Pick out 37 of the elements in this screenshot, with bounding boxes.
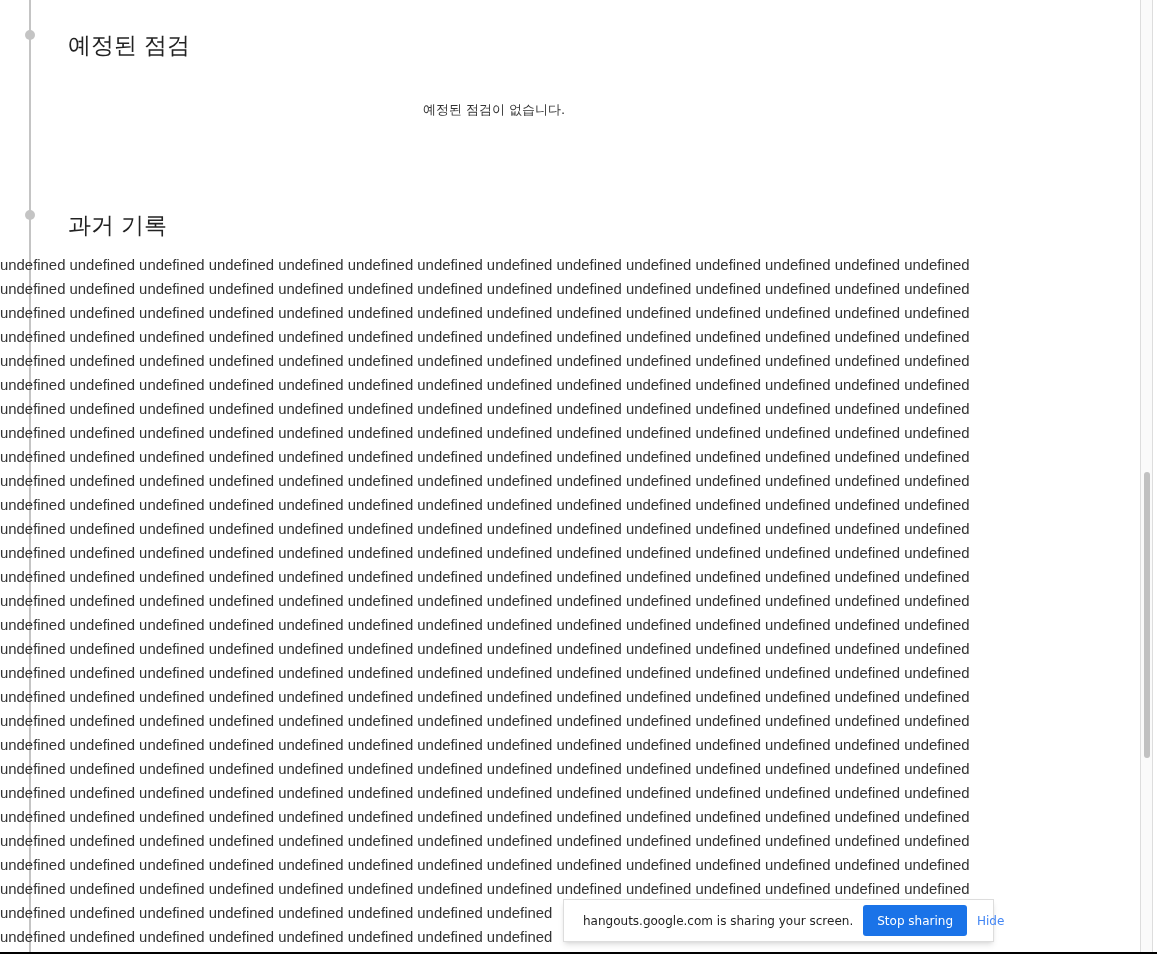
stop-sharing-button[interactable]: Stop sharing [863, 905, 967, 936]
text-line: undefined undefined undefined undefined undefined undefined undefined undefined undefined undefined undefined undefined undefined undefined [0, 568, 970, 587]
text-line: undefined undefined undefined undefined undefined undefined undefined undefined undefined undefined undefined undefined undefined undefined [0, 280, 970, 299]
text-line: undefined undefined undefined undefined undefined undefined undefined undefined undefined undefined undefined undefined undefined undefined [0, 520, 970, 539]
text-line: undefined undefined undefined undefined undefined undefined undefined undefined undefined undefined undefined undefined undefined undefined [0, 712, 970, 731]
text-line: undefined undefined undefined undefined undefined undefined undefined undefined undefined undefined undefined undefined undefined undefined [0, 592, 970, 611]
text-line: undefined undefined undefined undefined undefined undefined undefined undefined undefined undefined undefined undefined undefined undefined [0, 304, 970, 323]
text-line: undefined undefined undefined undefined undefined undefined undefined undefined undefined undefined undefined undefined undefined undefined [0, 472, 970, 491]
text-line: undefined undefined undefined undefined undefined undefined undefined undefined undefined undefined undefined undefined undefined undefined [0, 448, 970, 467]
text-line: undefined undefined undefined undefined undefined undefined undefined undefined undefined undefined undefined undefined undefined undefined [0, 616, 970, 635]
text-line: undefined undefined undefined undefined undefined undefined undefined undefined [0, 904, 553, 923]
text-line: undefined undefined undefined undefined undefined undefined undefined undefined undefined undefined undefined undefined undefined undefined [0, 808, 970, 827]
text-line: undefined undefined undefined undefined undefined undefined undefined undefined undefined undefined undefined undefined undefined undefined [0, 880, 970, 899]
text-line: undefined undefined undefined undefined undefined undefined undefined undefined undefined undefined undefined undefined undefined undefined [0, 688, 970, 707]
text-line: undefined undefined undefined undefined undefined undefined undefined undefined [0, 928, 553, 947]
text-line: undefined undefined undefined undefined undefined undefined undefined undefined undefined undefined undefined undefined undefined undefined [0, 544, 970, 563]
empty-message: 예정된 점검이 없습니다. [422, 101, 566, 119]
hide-link[interactable]: Hide [977, 911, 1005, 930]
text-line: undefined undefined undefined undefined undefined undefined undefined undefined undefined undefined undefined undefined undefined undefined [0, 400, 970, 419]
text-line: undefined undefined undefined undefined undefined undefined undefined undefined undefined undefined undefined undefined undefined undefined [0, 376, 970, 395]
text-line: undefined undefined undefined undefined undefined undefined undefined undefined undefined undefined undefined undefined undefined undefined [0, 760, 970, 779]
text-line: undefined undefined undefined undefined undefined undefined undefined undefined undefined undefined undefined undefined undefined undefined [0, 640, 970, 659]
text-line: undefined undefined undefined undefined undefined undefined undefined undefined undefined undefined undefined undefined undefined undefined [0, 496, 970, 515]
section-heading: 과거 기록 [68, 211, 168, 240]
text-line: undefined undefined undefined undefined undefined undefined undefined undefined undefined undefined undefined undefined undefined undefined [0, 832, 970, 851]
text-line: undefined undefined undefined undefined undefined undefined undefined undefined undefined undefined undefined undefined undefined undefined [0, 784, 970, 803]
scrollbar-thumb[interactable] [1143, 472, 1150, 758]
text-line: undefined undefined undefined undefined undefined undefined undefined undefined undefined undefined undefined undefined undefined undefined [0, 256, 970, 275]
text-line: undefined undefined undefined undefined undefined undefined undefined undefined undefined undefined undefined undefined undefined undefined [0, 856, 970, 875]
text-line: undefined undefined undefined undefined undefined undefined undefined undefined undefined undefined undefined undefined undefined undefined [0, 352, 970, 371]
scrollbar[interactable] [1140, 0, 1153, 952]
text-line: undefined undefined undefined undefined undefined undefined undefined undefined undefined undefined undefined undefined undefined undefined [0, 328, 970, 347]
text-line: undefined undefined undefined undefined undefined undefined undefined undefined undefined undefined undefined undefined undefined undefined [0, 664, 970, 683]
section-heading: 예정된 점검 [68, 31, 191, 60]
text-line: undefined undefined undefined undefined undefined undefined undefined undefined undefined undefined undefined undefined undefined undefined [0, 736, 970, 755]
share-message: hangouts.google.com is sharing your screen. [583, 912, 854, 930]
text-line: undefined undefined undefined undefined undefined undefined undefined undefined undefined undefined undefined undefined undefined undefined [0, 424, 970, 443]
